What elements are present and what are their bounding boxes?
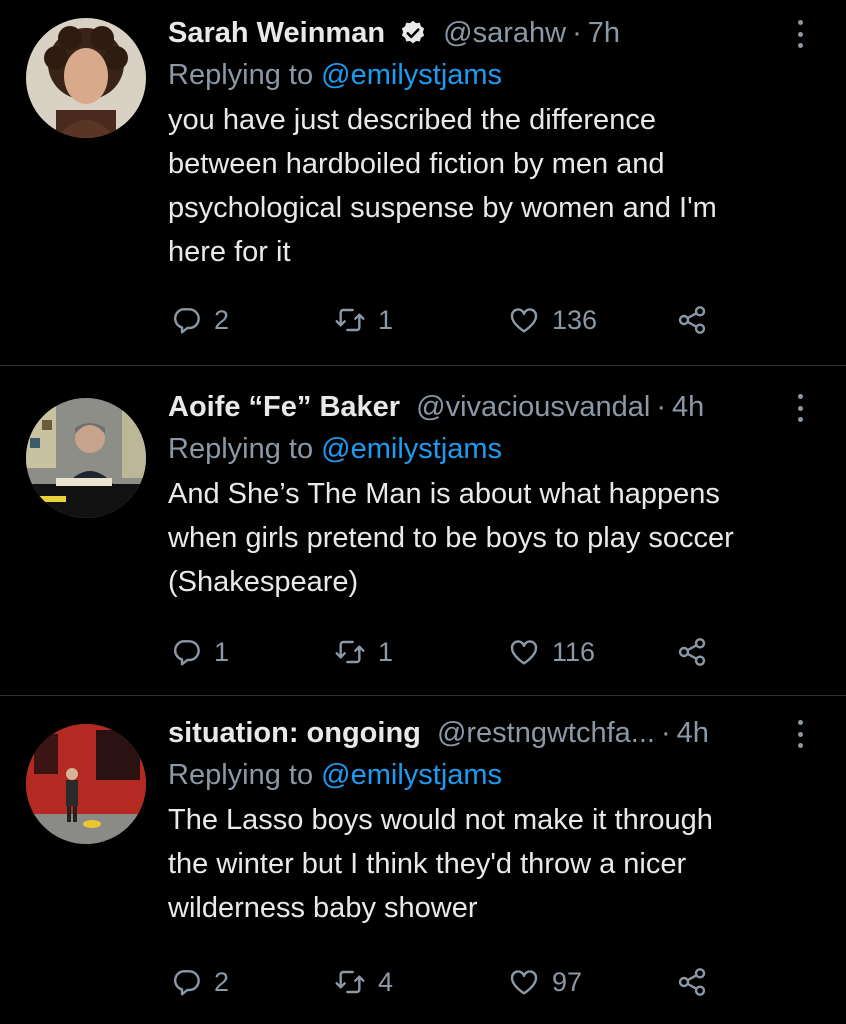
timestamp[interactable]: 7h xyxy=(588,17,620,49)
avatar-image xyxy=(26,18,146,138)
reply-count: 2 xyxy=(214,966,230,997)
mention-link[interactable]: @emilystjams xyxy=(321,433,502,465)
replying-label: Replying to xyxy=(168,59,322,91)
retweet-icon xyxy=(335,308,365,332)
handle[interactable]: @sarahw xyxy=(443,17,566,49)
verified-badge-icon xyxy=(402,20,425,44)
heart-icon xyxy=(510,970,538,995)
tweet-body: Sarah Weinman @sarahw · 7h Replying to @em… xyxy=(168,14,822,274)
tweet-actions: 1 1 116 xyxy=(168,632,728,672)
timestamp[interactable]: 4h xyxy=(677,717,709,749)
reply-feed: Sarah Weinman @sarahw · 7h Replying to @em… xyxy=(0,0,846,1024)
tweet-body: Aoife “Fe” Baker @vivaciousvandal · 4h Rep… xyxy=(168,388,822,604)
tweet-text: And She’s The Man is about what happens … xyxy=(168,472,822,604)
more-icon[interactable] xyxy=(794,20,806,48)
heart-icon xyxy=(510,308,538,333)
retweet-icon xyxy=(335,970,365,994)
retweet-icon xyxy=(335,640,365,664)
replying-to: Replying to @emilystjams xyxy=(168,56,822,94)
handle[interactable]: @restngwtchfa... xyxy=(437,717,655,749)
separator: · xyxy=(660,717,671,749)
timestamp[interactable]: 4h xyxy=(672,391,704,423)
retweet-count: 1 xyxy=(378,304,394,335)
share-button[interactable] xyxy=(676,632,708,672)
reply-icon xyxy=(174,308,200,334)
replying-label: Replying to xyxy=(168,433,322,465)
reply-icon xyxy=(174,640,200,666)
tweet-text-line: the winter but I think they'd throw a ni… xyxy=(168,848,687,880)
tweet-header: Sarah Weinman @sarahw · 7h xyxy=(168,14,822,52)
tweet[interactable]: Sarah Weinman @sarahw · 7h Replying to @em… xyxy=(0,0,846,366)
separator: · xyxy=(572,17,582,49)
more-icon[interactable] xyxy=(794,720,806,748)
tweet-text-line: wilderness baby shower xyxy=(168,892,478,924)
share-button[interactable] xyxy=(676,962,708,1002)
tweet-actions: 2 4 97 xyxy=(168,962,728,1002)
retweet-count: 1 xyxy=(378,636,394,667)
retweet-count: 4 xyxy=(378,966,394,997)
tweet-text-line: when girls pretend to be boys to play so… xyxy=(168,522,734,554)
tweet-text-line: The Lasso boys would not make it through xyxy=(168,804,713,836)
retweet-button[interactable]: 1 xyxy=(334,632,393,672)
avatar-image xyxy=(26,724,146,844)
avatar[interactable] xyxy=(26,18,146,138)
replying-to: Replying to @emilystjams xyxy=(168,756,822,794)
tweet-body: situation: ongoing @restngwtchfa... · 4h R… xyxy=(168,714,822,930)
tweet-text-line: between hardboiled fiction by men and xyxy=(168,148,665,180)
like-count: 116 xyxy=(552,636,596,667)
retweet-button[interactable]: 4 xyxy=(334,962,393,1002)
more-icon[interactable] xyxy=(794,394,806,422)
tweet-text: The Lasso boys would not make it through… xyxy=(168,798,822,930)
tweet-header: Aoife “Fe” Baker @vivaciousvandal · 4h xyxy=(168,388,822,426)
tweet-header: situation: ongoing @restngwtchfa... · 4h xyxy=(168,714,822,752)
share-icon xyxy=(678,638,706,666)
avatar[interactable] xyxy=(26,398,146,518)
reply-button[interactable]: 1 xyxy=(170,632,229,672)
share-icon xyxy=(678,968,706,996)
reply-button[interactable]: 2 xyxy=(170,962,229,1002)
tweet-text-line: psychological suspense by women and I'm xyxy=(168,192,717,224)
replying-to: Replying to @emilystjams xyxy=(168,430,822,468)
tweet-text-line: And She’s The Man is about what happens xyxy=(168,478,720,510)
replying-label: Replying to xyxy=(168,759,322,791)
like-count: 97 xyxy=(552,966,583,997)
tweet-text-line: here for it xyxy=(168,236,291,268)
like-button[interactable]: 97 xyxy=(508,962,582,1002)
display-name[interactable]: Aoife “Fe” Baker xyxy=(168,391,400,423)
mention-link[interactable]: @emilystjams xyxy=(321,59,502,91)
tweet-text-line: (Shakespeare) xyxy=(168,566,359,598)
separator: · xyxy=(656,391,666,423)
tweet-actions: 2 1 136 xyxy=(168,300,728,340)
share-icon xyxy=(678,306,706,334)
mention-link[interactable]: @emilystjams xyxy=(321,759,502,791)
handle[interactable]: @vivaciousvandal xyxy=(416,391,650,423)
reply-icon xyxy=(174,970,200,996)
like-button[interactable]: 116 xyxy=(508,632,595,672)
heart-icon xyxy=(510,640,538,665)
reply-count: 2 xyxy=(214,304,230,335)
like-count: 136 xyxy=(552,304,598,335)
share-button[interactable] xyxy=(676,300,708,340)
retweet-button[interactable]: 1 xyxy=(334,300,393,340)
avatar[interactable] xyxy=(26,724,146,844)
reply-count: 1 xyxy=(214,636,230,667)
tweet-text-line: you have just described the difference xyxy=(168,104,656,136)
tweet-text: you have just described the difference b… xyxy=(168,98,822,274)
display-name[interactable]: Sarah Weinman xyxy=(168,17,385,49)
avatar-image xyxy=(26,398,146,518)
reply-button[interactable]: 2 xyxy=(170,300,229,340)
like-button[interactable]: 136 xyxy=(508,300,597,340)
display-name[interactable]: situation: ongoing xyxy=(168,717,421,749)
